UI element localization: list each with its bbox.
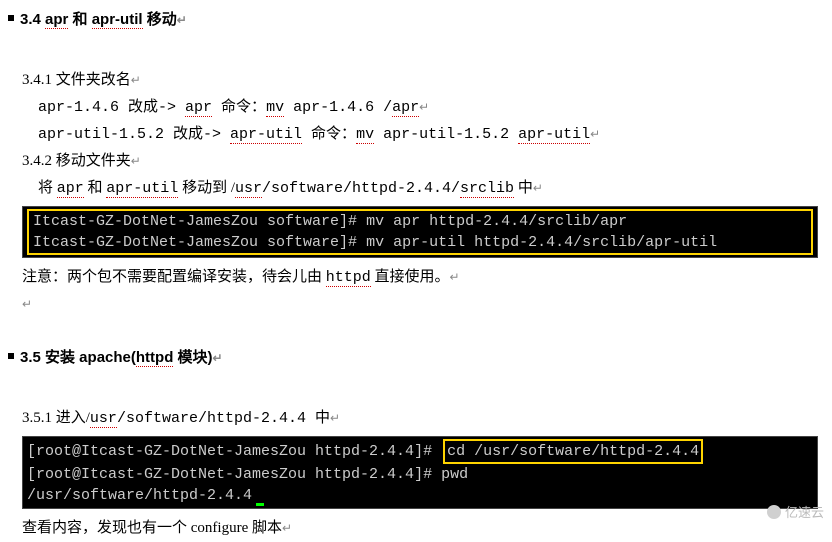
heading-suffix: 移动: [143, 11, 177, 28]
subheading-3-4-2: 3.4.2 移动文件夹↵: [22, 148, 832, 175]
terminal-line: [root@Itcast-GZ-DotNet-JamesZou httpd-2.…: [23, 464, 817, 485]
paragraph-mark: ↵: [419, 101, 429, 115]
section-3-4-header: 3.4 apr 和 apr-util 移动↵: [8, 6, 832, 33]
paragraph-mark: ↵: [131, 154, 141, 168]
watermark-text: 亿速云: [785, 501, 824, 524]
terminal-block-2: [root@Itcast-GZ-DotNet-JamesZou httpd-2.…: [22, 436, 818, 509]
heading-keyword-aprutil: apr-util: [92, 11, 143, 29]
terminal-line: /usr/software/httpd-2.4.4: [23, 485, 817, 506]
paragraph-mark: ↵: [177, 13, 187, 27]
empty-line: ↵: [22, 291, 832, 318]
note-line: 注意：两个包不需要配置编译安装，待会儿由 httpd 直接使用。↵: [22, 264, 832, 291]
move-folder-line: 将 apr 和 apr-util 移动到 /usr/software/httpd…: [38, 175, 832, 202]
heading-keyword-apr: apr: [45, 11, 68, 29]
terminal-line: Itcast-GZ-DotNet-JamesZou software]# mv …: [29, 232, 811, 253]
watermark: 亿速云: [767, 501, 824, 524]
paragraph-mark: ↵: [282, 521, 292, 535]
terminal-block-1: Itcast-GZ-DotNet-JamesZou software]# mv …: [22, 206, 818, 258]
paragraph-mark: ↵: [533, 181, 543, 195]
paragraph-mark: ↵: [213, 351, 223, 365]
watermark-icon: [767, 505, 781, 519]
paragraph-mark: ↵: [590, 128, 600, 142]
subheading-3-5-1: 3.5.1 进入/usr/software/httpd-2.4.4 中↵: [22, 405, 832, 432]
cursor-icon: [256, 503, 264, 506]
bullet-icon: [8, 15, 14, 21]
subheading-3-4-1: 3.4.1 文件夹改名↵: [22, 67, 832, 94]
rename-aprutil-line: apr-util-1.5.2 改成-> apr-util 命令：mv apr-u…: [38, 121, 832, 148]
configure-note: 查看内容，发现也有一个 configure 脚本↵: [22, 515, 832, 542]
highlight-box: cd /usr/software/httpd-2.4.4: [443, 439, 703, 464]
paragraph-mark: ↵: [330, 411, 340, 425]
bullet-icon: [8, 353, 14, 359]
paragraph-mark: ↵: [131, 73, 141, 87]
terminal-line: Itcast-GZ-DotNet-JamesZou software]# mv …: [29, 211, 811, 232]
rename-apr-line: apr-1.4.6 改成-> apr 命令：mv apr-1.4.6 /apr↵: [38, 94, 832, 121]
heading-and: 和: [68, 11, 91, 28]
document-body: 3.4 apr 和 apr-util 移动↵ 3.4.1 文件夹改名↵ apr-…: [0, 0, 832, 542]
heading-text: 3.4: [20, 11, 45, 28]
paragraph-mark: ↵: [22, 297, 32, 311]
highlight-box: Itcast-GZ-DotNet-JamesZou software]# mv …: [27, 209, 813, 255]
section-3-5-header: 3.5 安装 apache(httpd 模块)↵: [8, 344, 832, 371]
paragraph-mark: ↵: [450, 270, 460, 284]
terminal-line: [root@Itcast-GZ-DotNet-JamesZou httpd-2.…: [23, 439, 817, 464]
